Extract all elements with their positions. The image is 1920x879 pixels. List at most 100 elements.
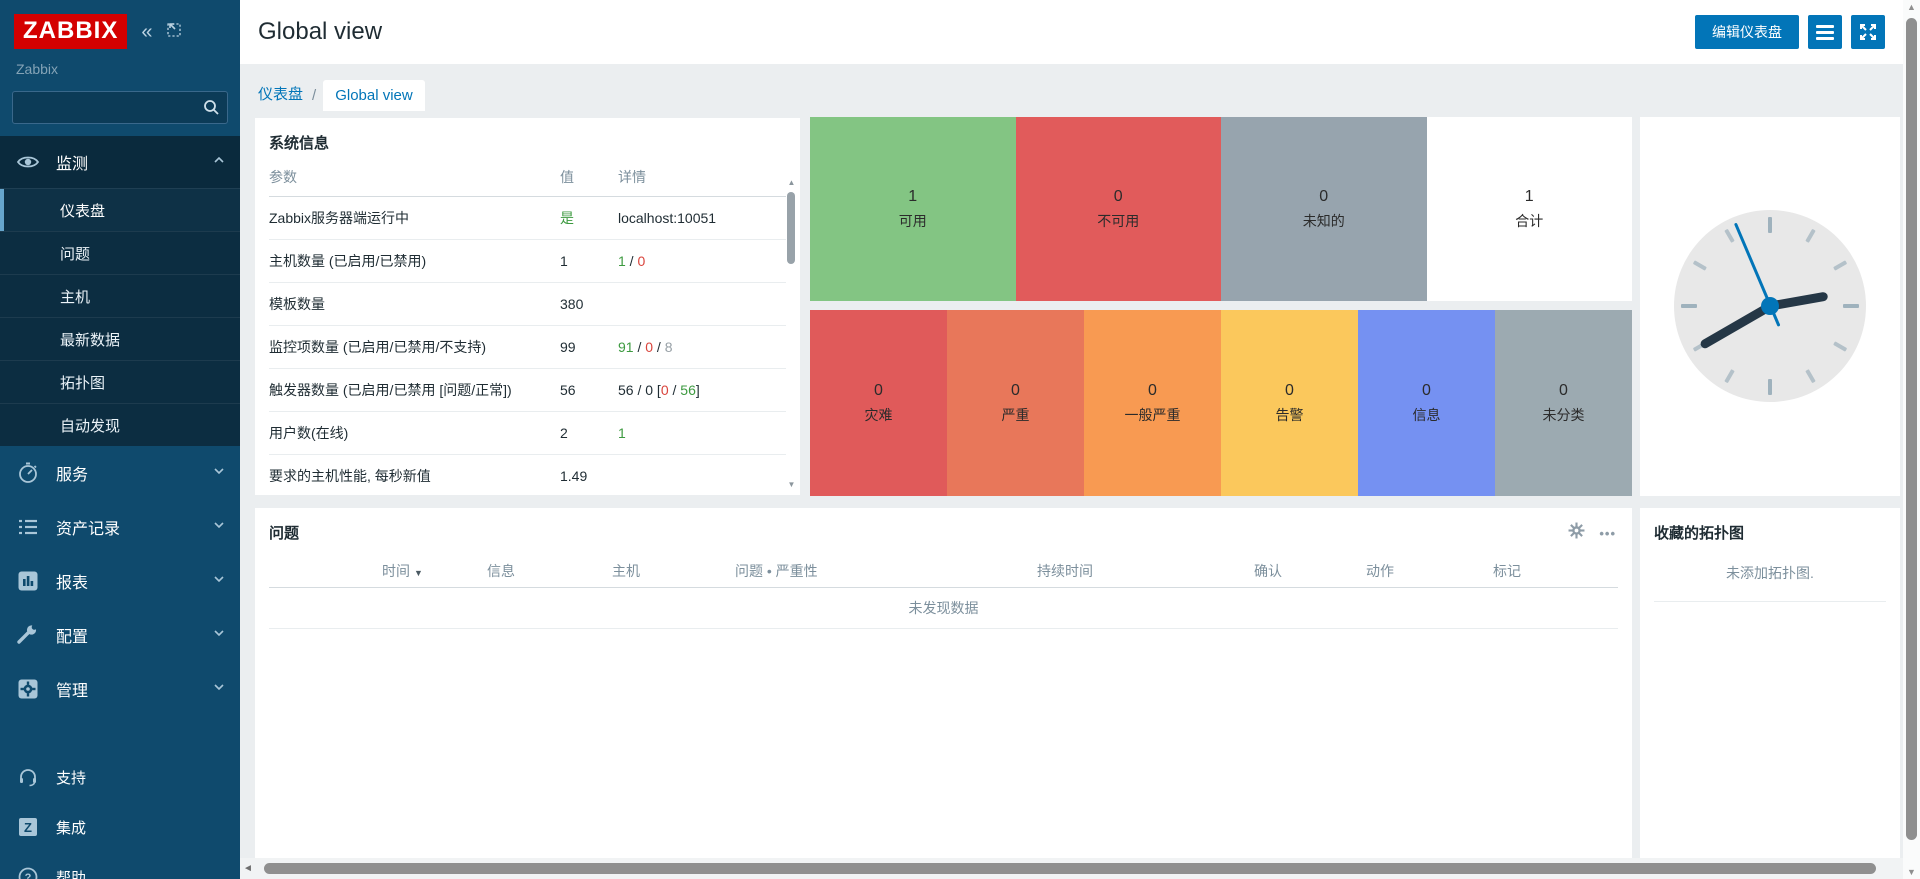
parameter-value: 1.49 xyxy=(560,468,618,484)
cell-count: 0 xyxy=(1285,382,1294,400)
column-header-7[interactable]: 标记 xyxy=(1493,561,1521,581)
severity-cell-未分类[interactable]: 0未分类 xyxy=(1495,310,1632,496)
widget-title: 系统信息 xyxy=(269,132,786,153)
column-header-4[interactable]: 持续时间 xyxy=(1037,561,1093,581)
sidebar: ZABBIX « Zabbix 监测 xyxy=(0,0,240,879)
sidebar-item-help[interactable]: ? 帮助 xyxy=(0,852,240,879)
severity-cell-一般严重[interactable]: 0一般严重 xyxy=(1084,310,1221,496)
parameter-value: 380 xyxy=(560,296,618,312)
system-info-table-header: 参数 值 详情 xyxy=(269,167,786,197)
cell-count: 1 xyxy=(908,188,917,206)
parameter-details: 56 / 0 [0 / 56] xyxy=(618,382,768,398)
clock-center-cap xyxy=(1761,297,1779,315)
scroll-left-icon[interactable]: ◄ xyxy=(240,863,256,874)
clock-widget xyxy=(1640,117,1900,496)
question-icon: ? xyxy=(16,865,40,879)
clock-tick xyxy=(1693,260,1707,270)
parameter-name: 监控项数量 (已启用/已禁用/不支持) xyxy=(269,337,560,357)
scroll-down-icon[interactable]: ▼ xyxy=(786,480,797,489)
sidebar-item-integrations[interactable]: Z 集成 xyxy=(0,802,240,852)
sidebar-item-inventory[interactable]: 资产记录 xyxy=(0,500,240,554)
cell-count: 0 xyxy=(1559,382,1568,400)
dashboard-menu-button[interactable] xyxy=(1808,15,1842,49)
sidebar-submenu: 仪表盘问题主机最新数据拓扑图自动发现 xyxy=(0,188,240,446)
severity-cell-信息[interactable]: 0信息 xyxy=(1358,310,1495,496)
hamburger-icon xyxy=(1816,25,1834,28)
availability-cell-未知的[interactable]: 0未知的 xyxy=(1221,117,1427,301)
cell-count: 0 xyxy=(1422,382,1431,400)
edit-dashboard-button[interactable]: 编辑仪表盘 xyxy=(1695,15,1799,49)
column-header: 值 xyxy=(560,167,618,187)
sidebar-item-configuration[interactable]: 配置 xyxy=(0,608,240,662)
empty-maps-message: 未添加拓扑图. xyxy=(1654,543,1886,602)
availability-cell-不可用[interactable]: 0不可用 xyxy=(1016,117,1222,301)
eye-icon xyxy=(16,150,40,174)
widget-gear-icon[interactable] xyxy=(1568,522,1585,544)
column-header-6[interactable]: 动作 xyxy=(1366,561,1394,581)
table-row: 主机数量 (已启用/已禁用)11 / 0 xyxy=(269,240,786,283)
system-info-scrollbar[interactable]: ▲ ▼ xyxy=(786,178,797,489)
cell-count: 0 xyxy=(1114,188,1123,206)
stopwatch-icon xyxy=(16,461,40,485)
cell-label: 灾难 xyxy=(865,405,893,425)
availability-cell-可用[interactable]: 1可用 xyxy=(810,117,1016,301)
search-icon[interactable] xyxy=(202,98,220,121)
scrollbar-thumb[interactable] xyxy=(787,192,795,264)
scroll-down-icon[interactable]: ▼ xyxy=(1903,867,1920,877)
list-icon xyxy=(16,515,40,539)
sidebar-item-label: 资产记录 xyxy=(56,515,120,539)
sidebar-item-label: 自动发现 xyxy=(60,415,120,436)
widget-more-icon[interactable]: ••• xyxy=(1599,526,1616,541)
cell-label: 告警 xyxy=(1276,405,1304,425)
parameter-name: 要求的主机性能, 每秒新值 xyxy=(269,466,560,486)
severity-cell-灾难[interactable]: 0灾难 xyxy=(810,310,947,496)
table-row: 模板数量380 xyxy=(269,283,786,326)
sidebar-collapse-button[interactable]: « xyxy=(141,22,152,42)
sidebar-nav: 监测 仪表盘问题主机最新数据拓扑图自动发现 服务 xyxy=(0,136,240,879)
sidebar-item-monitoring[interactable]: 监测 xyxy=(0,136,240,188)
parameter-details: 1 xyxy=(618,425,768,441)
bar-chart-icon xyxy=(16,569,40,593)
sidebar-item-problems[interactable]: 问题 xyxy=(0,231,240,274)
analog-clock xyxy=(1674,210,1866,402)
horizontal-scrollbar[interactable]: ◄ xyxy=(240,858,1903,879)
column-header-3[interactable]: 问题 • 严重性 xyxy=(735,561,818,581)
parameter-details: 91 / 0 / 8 xyxy=(618,339,768,355)
chevron-down-icon xyxy=(212,680,226,699)
vertical-scrollbar[interactable]: ▲ ▼ xyxy=(1903,0,1920,879)
sidebar-item-reports[interactable]: 报表 xyxy=(0,554,240,608)
fullscreen-button[interactable] xyxy=(1851,15,1885,49)
column-header-5[interactable]: 确认 xyxy=(1254,561,1282,581)
sidebar-item-discovery[interactable]: 自动发现 xyxy=(0,403,240,446)
severity-cell-告警[interactable]: 0 告警 xyxy=(1221,310,1358,496)
sidebar-item-administration[interactable]: 管理 xyxy=(0,662,240,716)
severity-cell-严重[interactable]: 0严重 xyxy=(947,310,1084,496)
column-header-1[interactable]: 信息 xyxy=(487,561,515,581)
parameter-value: 是 xyxy=(560,208,618,228)
search-input[interactable] xyxy=(12,91,228,124)
column-header-0[interactable]: 时间▼ xyxy=(382,561,423,581)
sidebar-item-support[interactable]: 支持 xyxy=(0,752,240,802)
scroll-up-icon[interactable]: ▲ xyxy=(1903,2,1920,12)
sidebar-popout-icon[interactable] xyxy=(166,22,182,42)
sidebar-item-hosts[interactable]: 主机 xyxy=(0,274,240,317)
zabbix-logo[interactable]: ZABBIX xyxy=(14,14,127,49)
scrollbar-thumb[interactable] xyxy=(264,863,1876,874)
breadcrumb-current-link[interactable]: Global view xyxy=(323,80,425,111)
column-header-2[interactable]: 主机 xyxy=(612,561,640,581)
host-availability-widget: 1可用0不可用0未知的1合计 xyxy=(810,117,1632,301)
clock-tick xyxy=(1768,217,1772,233)
parameter-value: 2 xyxy=(560,425,618,441)
scrollbar-thumb[interactable] xyxy=(1906,18,1917,840)
availability-cell-合计[interactable]: 1合计 xyxy=(1427,117,1633,301)
sidebar-item-dashboard[interactable]: 仪表盘 xyxy=(0,188,240,231)
headset-icon xyxy=(16,765,40,789)
sidebar-item-maps[interactable]: 拓扑图 xyxy=(0,360,240,403)
parameter-name: 触发器数量 (已启用/已禁用 [问题/正常]) xyxy=(269,380,560,400)
table-row: 触发器数量 (已启用/已禁用 [问题/正常])5656 / 0 [0 / 56] xyxy=(269,369,786,412)
breadcrumb-dashboards-link[interactable]: 仪表盘 xyxy=(256,76,305,111)
sidebar-item-latest-data[interactable]: 最新数据 xyxy=(0,317,240,360)
cell-count: 0 xyxy=(1148,382,1157,400)
scroll-up-icon[interactable]: ▲ xyxy=(786,178,797,187)
sidebar-item-services[interactable]: 服务 xyxy=(0,446,240,500)
